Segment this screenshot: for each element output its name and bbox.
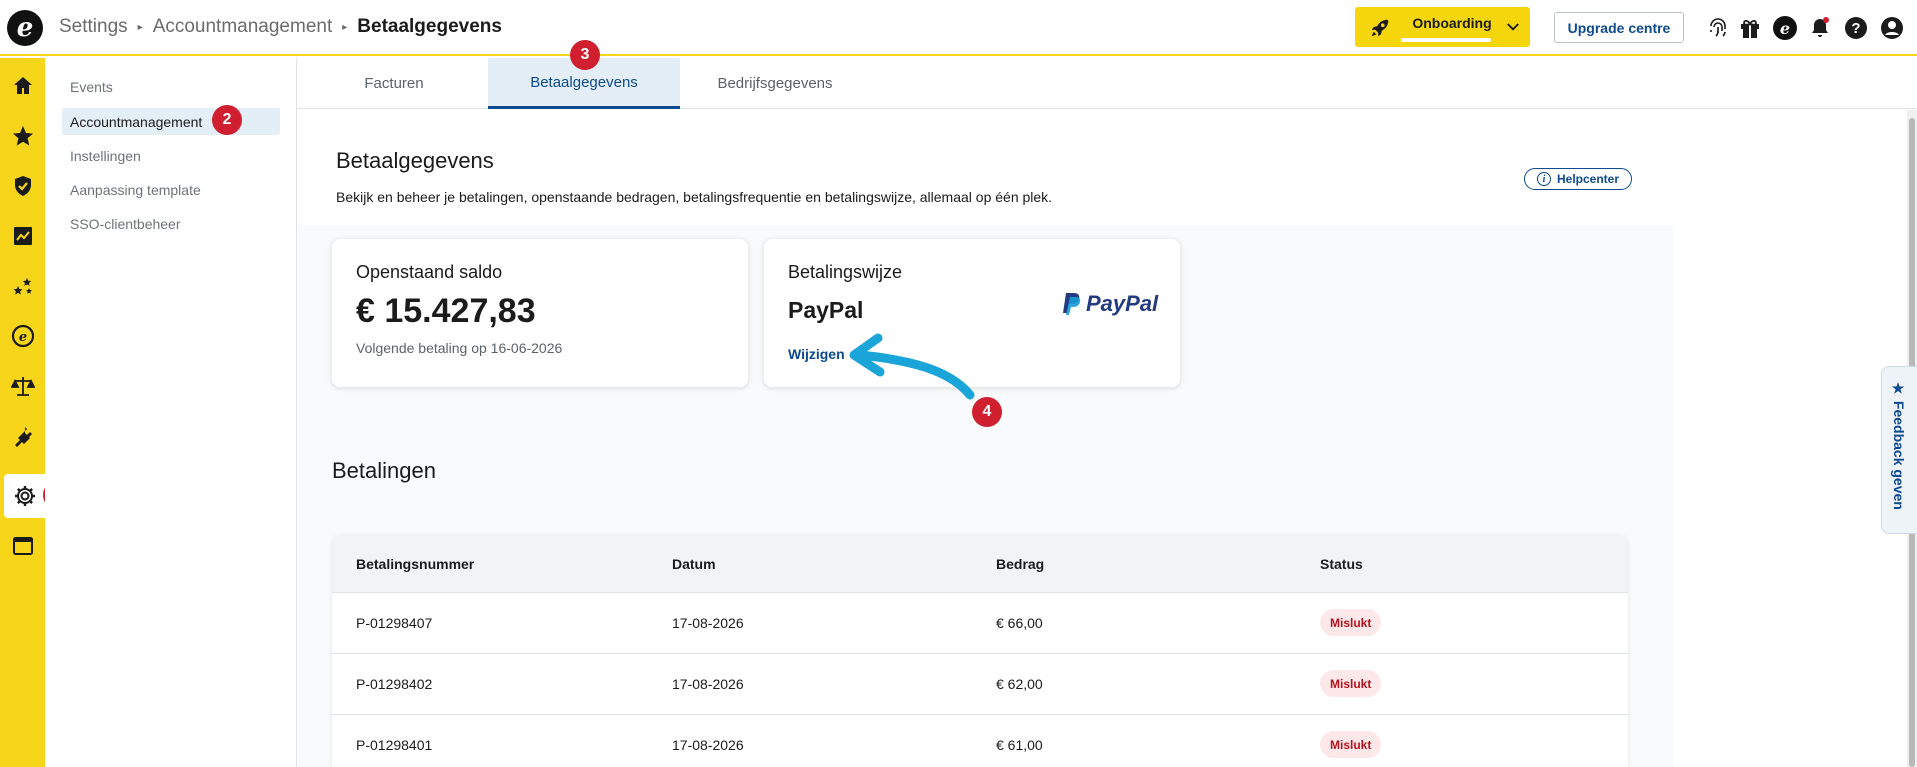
breadcrumb-root[interactable]: Settings <box>59 16 128 38</box>
home-icon <box>13 77 32 94</box>
breadcrumb-parent[interactable]: Accountmanagement <box>153 16 333 38</box>
table-row[interactable]: P-01298407 17-08-2026 € 66,00 Mislukt <box>332 593 1628 654</box>
payment-amount: € 62,00 <box>996 676 1043 692</box>
upgrade-centre-button[interactable]: Upgrade centre <box>1554 12 1684 43</box>
brand-logo-icon[interactable]: e <box>1773 16 1797 40</box>
breadcrumb-current: Betaalgegevens <box>357 16 502 37</box>
rail-integrations[interactable] <box>0 414 45 458</box>
payment-number: P-01298407 <box>356 615 433 631</box>
rail-reviews[interactable] <box>0 264 45 308</box>
payment-method-value: PayPal <box>788 297 864 323</box>
svg-text:e: e <box>18 330 26 345</box>
breadcrumb-separator-icon: ▸ <box>137 21 143 33</box>
page-title: Betaalgegevens <box>336 148 494 173</box>
rail-favorites[interactable] <box>0 114 45 158</box>
shield-check-icon <box>14 176 31 196</box>
payment-number: P-01298401 <box>356 737 433 753</box>
rail-legal[interactable] <box>0 364 45 408</box>
chevron-down-icon <box>1507 23 1519 31</box>
balance-label: Openstaand saldo <box>356 262 503 282</box>
tab-bedrijfsgegevens[interactable]: Bedrijfsgegevens <box>679 58 871 109</box>
tab-facturen[interactable]: Facturen <box>298 58 490 109</box>
onboarding-button[interactable]: Onboarding <box>1355 7 1530 47</box>
subnav-item-accountmanagement[interactable]: Accountmanagement <box>62 108 280 135</box>
chart-icon <box>13 227 32 245</box>
payment-amount: € 61,00 <box>996 737 1043 753</box>
plug-icon <box>14 427 32 447</box>
feedback-button[interactable]: ★ Feedback geven <box>1881 366 1917 534</box>
gear-icon <box>14 486 35 506</box>
user-icon[interactable] <box>1880 16 1904 40</box>
rail-analytics[interactable] <box>0 214 45 258</box>
payments-table: Betalingsnummer Datum Bedrag Status P-01… <box>332 535 1628 767</box>
gift-icon[interactable] <box>1738 16 1762 40</box>
payments-section-title: Betalingen <box>332 458 436 483</box>
breadcrumb-separator-icon: ▸ <box>342 21 348 33</box>
subnav-item-aanpassing-template[interactable]: Aanpassing template <box>62 176 280 203</box>
paypal-p-icon <box>1063 293 1081 315</box>
subnav-item-instellingen[interactable]: Instellingen <box>62 142 280 169</box>
subnav-item-sso-clientbeheer[interactable]: SSO-clientbeheer <box>62 210 280 237</box>
status-badge: Mislukt <box>1320 609 1382 636</box>
payment-date: 17-08-2026 <box>672 737 744 753</box>
star-icon <box>12 126 33 146</box>
onboarding-progress-bar <box>1401 38 1491 42</box>
status-badge: Mislukt <box>1320 670 1382 697</box>
payment-amount: € 66,00 <box>996 615 1043 631</box>
rail-settings[interactable] <box>4 474 45 518</box>
scale-icon <box>10 377 35 396</box>
rail-window[interactable] <box>0 524 45 568</box>
next-payment-text: Volgende betaling op 16-06-2026 <box>356 340 563 356</box>
helpcenter-label: Helpcenter <box>1556 172 1620 186</box>
breadcrumb: Settings ▸ Accountmanagement ▸ Betaalgeg… <box>59 16 502 38</box>
bell-icon[interactable] <box>1808 16 1832 40</box>
status-badge: Mislukt <box>1320 731 1382 758</box>
page-description: Bekijk en beheer je betalingen, openstaa… <box>336 189 1053 205</box>
window-icon <box>12 537 33 555</box>
info-icon: i <box>1536 172 1551 186</box>
column-header-status[interactable]: Status <box>1320 556 1363 572</box>
step-marker-2: 2 <box>212 105 242 135</box>
fingerprint-icon[interactable] <box>1706 16 1730 40</box>
help-icon[interactable]: ? <box>1844 16 1868 40</box>
change-payment-method-link[interactable]: Wijzigen <box>788 346 845 362</box>
rail-security[interactable] <box>0 164 45 208</box>
svg-text:?: ? <box>1851 20 1860 37</box>
rail-brand[interactable]: e <box>0 314 45 358</box>
brand-coin-icon: e <box>11 324 34 348</box>
helpcenter-button[interactable]: i Helpcenter <box>1524 168 1632 190</box>
paypal-logo-text: PayPal <box>1086 291 1159 316</box>
rail-home[interactable] <box>0 64 45 108</box>
payment-date: 17-08-2026 <box>672 676 744 692</box>
rocket-icon <box>1371 19 1389 37</box>
balance-card: Openstaand saldo € 15.427,83 Volgende be… <box>332 239 748 387</box>
annotation-arrow-icon <box>849 333 975 400</box>
table-row[interactable]: P-01298402 17-08-2026 € 62,00 Mislukt <box>332 654 1628 715</box>
top-bar: e Settings ▸ Accountmanagement ▸ Betaalg… <box>0 0 1917 56</box>
left-rail: e <box>0 58 45 767</box>
payment-number: P-01298402 <box>356 676 433 692</box>
table-header: Betalingsnummer Datum Bedrag Status <box>332 535 1628 593</box>
onboarding-label: Onboarding <box>1412 15 1492 31</box>
column-header-date[interactable]: Datum <box>672 556 716 572</box>
app-logo[interactable]: e <box>7 10 43 46</box>
table-row[interactable]: P-01298401 17-08-2026 € 61,00 Mislukt <box>332 715 1628 767</box>
feedback-label: ★ Feedback geven <box>1891 381 1907 510</box>
payment-date: 17-08-2026 <box>672 615 744 631</box>
paypal-logo: PayPal <box>1062 291 1158 317</box>
step-marker-4: 4 <box>972 397 1002 427</box>
settings-subnav: Events Accountmanagement Instellingen Aa… <box>45 58 297 767</box>
balance-amount: € 15.427,83 <box>356 292 536 330</box>
stars-icon <box>13 278 32 295</box>
step-marker-3: 3 <box>570 40 600 70</box>
subnav-item-events[interactable]: Events <box>62 73 280 100</box>
column-header-amount[interactable]: Bedrag <box>996 556 1044 572</box>
column-header-number[interactable]: Betalingsnummer <box>356 556 474 572</box>
tab-bar: Facturen Betaalgegevens Bedrijfsgegevens <box>298 58 1917 109</box>
payment-method-label: Betalingswijze <box>788 262 903 282</box>
